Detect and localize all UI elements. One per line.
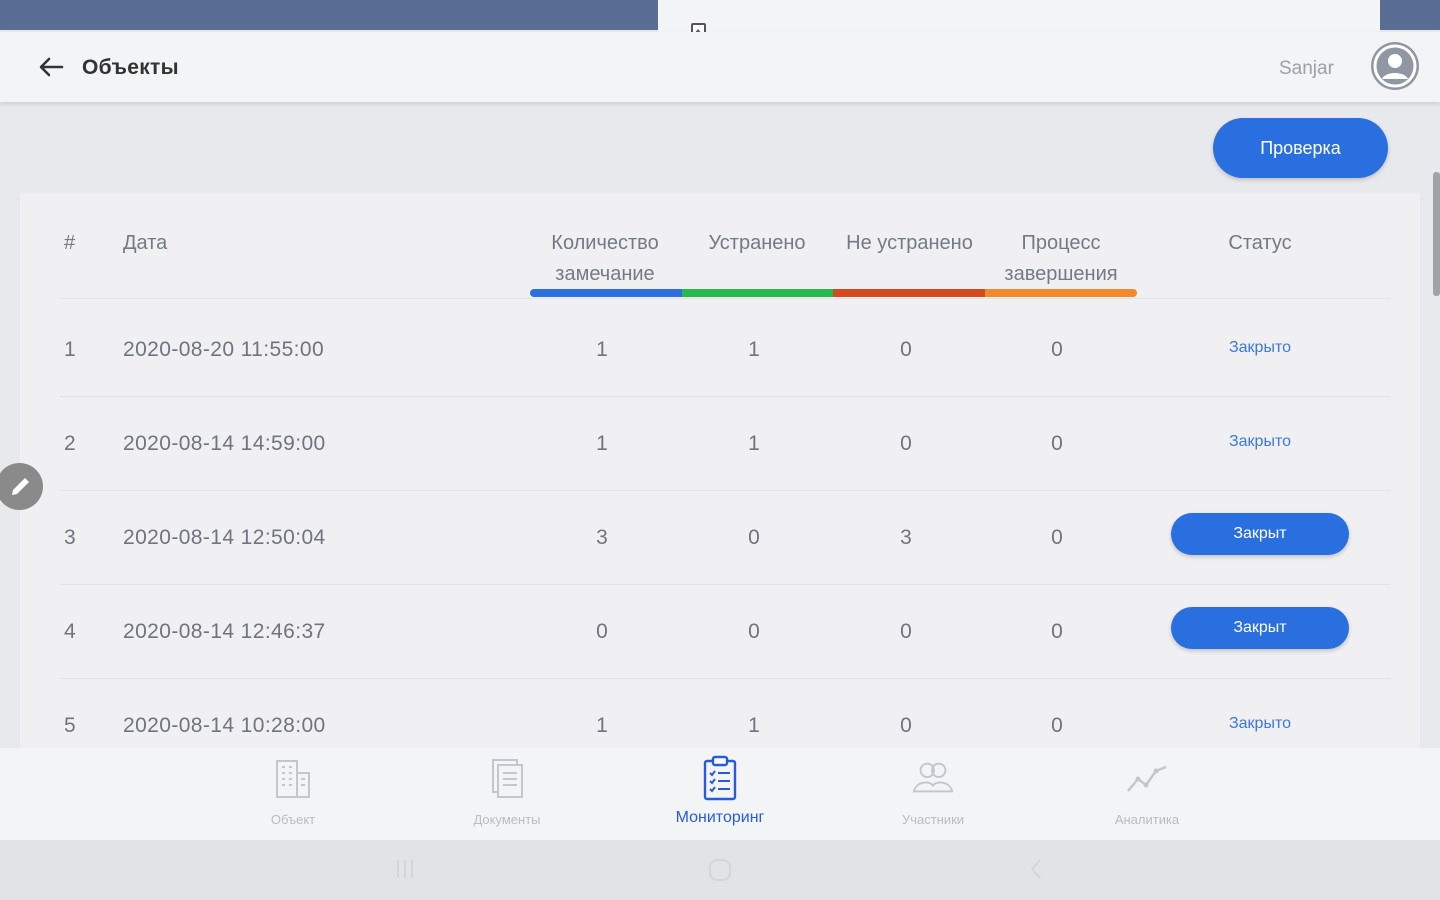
nav-label-documents: Документы <box>473 812 541 827</box>
process-indicator-bar <box>985 289 1137 297</box>
table-row[interactable]: 2 2020-08-14 14:59:00 1 1 0 0 Закрыто <box>20 397 1420 491</box>
document-icon <box>485 756 529 800</box>
column-header-not-fixed: Не устранено <box>846 232 973 254</box>
column-header-date: Дата <box>123 232 168 254</box>
row-fixed: 0 <box>748 620 760 643</box>
back-button[interactable] <box>34 50 68 84</box>
chevron-left-icon <box>1030 859 1041 879</box>
row-count: 1 <box>596 714 608 737</box>
column-header-num: # <box>64 232 76 254</box>
clipboard-icon <box>698 755 742 801</box>
row-fixed: 1 <box>748 338 760 361</box>
page-title: Объекты <box>82 56 179 79</box>
row-number: 1 <box>64 338 76 361</box>
row-fixed: 0 <box>748 526 760 549</box>
home-icon <box>709 859 731 881</box>
column-header-count: Количество замечание <box>525 228 685 290</box>
row-date: 2020-08-20 11:55:00 <box>123 338 325 361</box>
row-date: 2020-08-14 10:28:00 <box>123 714 326 737</box>
fixed-indicator-bar <box>682 289 833 297</box>
row-process: 0 <box>1051 338 1063 361</box>
recent-apps-icon <box>397 860 413 878</box>
row-not-fixed: 0 <box>900 714 912 737</box>
row-process: 0 <box>1051 714 1063 737</box>
not-fixed-indicator-bar <box>833 289 985 297</box>
row-number: 4 <box>64 620 76 643</box>
status-bar-middle <box>658 0 1380 32</box>
column-header-process-line1: Процесс <box>1021 232 1101 254</box>
column-header-count-line1: Количество <box>551 232 659 254</box>
nav-label-analytics: Аналитика <box>1114 812 1180 827</box>
row-number: 2 <box>64 432 76 455</box>
nav-label-object: Объект <box>270 812 316 827</box>
row-count: 0 <box>596 620 608 643</box>
monitoring-table: # Дата Количество замечание Устранено Не… <box>20 193 1420 748</box>
row-fixed: 1 <box>748 714 760 737</box>
count-indicator-bar <box>530 289 682 297</box>
bottom-navigation: Объект Документы Мониторинг Участники Ан… <box>0 748 1440 840</box>
nav-item-monitoring[interactable]: Мониторинг <box>640 748 800 840</box>
row-not-fixed: 3 <box>900 526 912 549</box>
chart-line-icon <box>1125 756 1169 800</box>
column-header-count-line2: замечание <box>555 263 655 285</box>
row-process: 0 <box>1051 526 1063 549</box>
row-count: 1 <box>596 432 608 455</box>
status-bar-left <box>0 0 658 30</box>
status-link[interactable]: Закрыто <box>1229 433 1291 451</box>
home-button[interactable] <box>708 858 732 887</box>
users-icon <box>911 756 955 800</box>
close-status-button[interactable]: Закрыт <box>1171 513 1349 555</box>
status-bar-right <box>1380 0 1440 30</box>
table-row[interactable]: 1 2020-08-20 11:55:00 1 1 0 0 Закрыто <box>20 303 1420 397</box>
row-count: 1 <box>596 338 608 361</box>
arrow-left-icon <box>39 57 64 77</box>
row-fixed: 1 <box>748 432 760 455</box>
row-status: Закрыто <box>1170 303 1350 397</box>
nav-label-participants: Участники <box>901 812 965 827</box>
row-status: Закрыт <box>1170 491 1350 585</box>
check-button[interactable]: Проверка <box>1213 118 1388 178</box>
status-link[interactable]: Закрыто <box>1229 715 1291 733</box>
row-process: 0 <box>1051 432 1063 455</box>
column-header-fixed: Устранено <box>708 232 806 254</box>
table-row[interactable]: 4 2020-08-14 12:46:37 0 0 0 0 Закрыт <box>20 585 1420 679</box>
row-not-fixed: 0 <box>900 432 912 455</box>
building-icon <box>271 756 315 800</box>
column-header-process-line2: завершения <box>1004 263 1118 285</box>
column-header-status: Статус <box>1228 232 1292 254</box>
status-bar <box>0 0 1440 36</box>
user-name: Sanjar <box>1279 58 1334 79</box>
row-date: 2020-08-14 12:50:04 <box>123 526 326 549</box>
table-row[interactable]: 5 2020-08-14 10:28:00 1 1 0 0 Закрыто <box>20 679 1420 748</box>
user-icon <box>1373 44 1417 88</box>
header-divider <box>60 298 1390 299</box>
row-status: Закрыто <box>1170 397 1350 491</box>
row-status: Закрыт <box>1170 585 1350 679</box>
nav-label-monitoring: Мониторинг <box>675 809 765 826</box>
row-not-fixed: 0 <box>900 338 912 361</box>
nav-item-object[interactable]: Объект <box>213 748 373 840</box>
row-date: 2020-08-14 14:59:00 <box>123 432 326 455</box>
row-not-fixed: 0 <box>900 620 912 643</box>
scrollbar[interactable] <box>1433 172 1440 296</box>
row-status: Закрыто <box>1170 679 1350 748</box>
nav-item-participants[interactable]: Участники <box>853 748 1013 840</box>
system-back-button[interactable] <box>1028 858 1044 885</box>
avatar[interactable] <box>1371 42 1419 90</box>
row-number: 3 <box>64 526 76 549</box>
nav-item-documents[interactable]: Документы <box>427 748 587 840</box>
nav-item-analytics[interactable]: Аналитика <box>1067 748 1227 840</box>
app-header: Объекты Sanjar <box>0 32 1440 102</box>
column-header-process: Процесс завершения <box>986 228 1136 290</box>
row-number: 5 <box>64 714 76 737</box>
system-navigation-bar <box>0 840 1440 900</box>
row-process: 0 <box>1051 620 1063 643</box>
status-link[interactable]: Закрыто <box>1229 339 1291 357</box>
table-row[interactable]: 3 2020-08-14 12:50:04 3 0 3 0 Закрыт <box>20 491 1420 585</box>
recent-apps-button[interactable] <box>394 858 416 885</box>
row-count: 3 <box>596 526 608 549</box>
row-date: 2020-08-14 12:46:37 <box>123 620 326 643</box>
close-status-button[interactable]: Закрыт <box>1171 607 1349 649</box>
pencil-icon <box>11 477 29 495</box>
